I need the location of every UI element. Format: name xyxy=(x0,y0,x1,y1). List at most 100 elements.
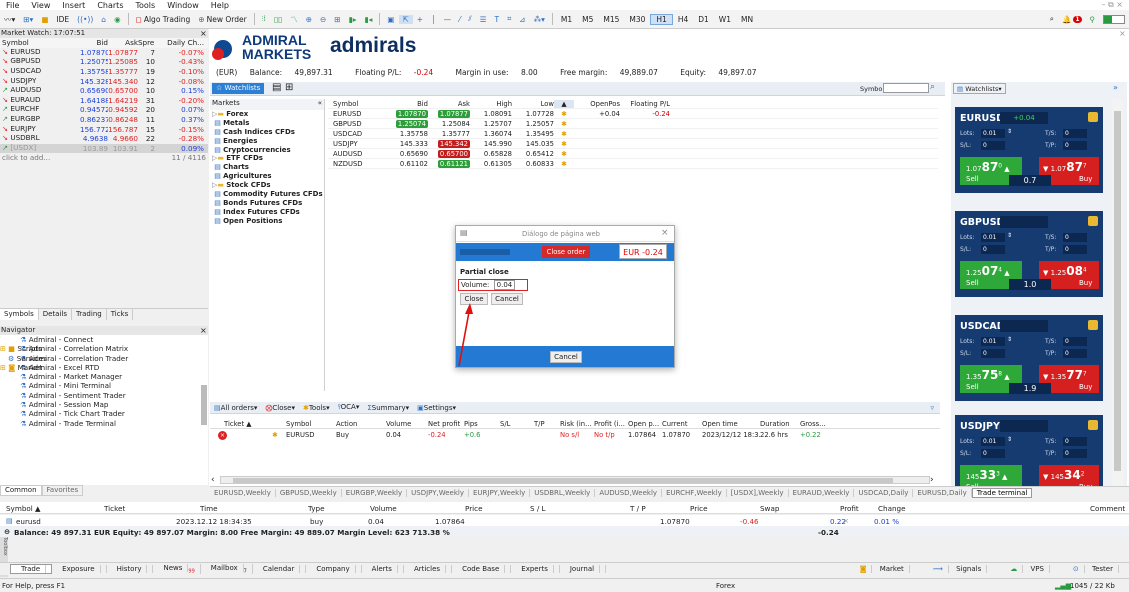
terminal-tab[interactable]: Exposure xyxy=(52,565,107,573)
column-header[interactable]: Floating P/L xyxy=(620,100,670,108)
quote-bid[interactable]: 0.65690 xyxy=(400,150,428,158)
chart-tab[interactable]: USDBRL,Weekly xyxy=(530,489,596,497)
quote-row[interactable]: USDJPY 145.333 145.342 145.990 145.035 ✱ xyxy=(328,139,938,149)
market-category[interactable]: ▤ Cryptocurrencies xyxy=(210,146,324,155)
add-symbol-text[interactable]: click to add... xyxy=(0,153,80,162)
tp-input[interactable]: 0 xyxy=(1063,141,1087,150)
window-controls[interactable]: – ⧉ × xyxy=(1095,0,1129,10)
column-header[interactable]: Spre... xyxy=(138,38,155,47)
crosshair-icon[interactable]: + xyxy=(413,15,427,24)
chart-type-icon[interactable]: 〰▾ xyxy=(0,14,19,25)
terminal-column-header[interactable]: S / L xyxy=(530,504,546,513)
chart-tab[interactable]: Trade terminal xyxy=(971,488,1033,498)
quote-ask[interactable]: 145.342 xyxy=(437,139,470,148)
terminal-column-header[interactable]: Change xyxy=(878,504,906,513)
panel-menu-icon[interactable] xyxy=(1088,216,1098,226)
vps-icon[interactable]: ◉ xyxy=(110,15,125,24)
sl-input[interactable]: 0 xyxy=(981,349,1005,358)
collapse-icon[interactable]: « xyxy=(318,99,324,107)
quote-ask[interactable]: 1.35777 xyxy=(442,130,470,138)
sentiment-icon[interactable]: ✱ xyxy=(554,110,574,118)
terminal-position-row[interactable]: ▤ eurusd 2023.12.12 18:34:35 buy 0.04 1.07864… xyxy=(0,515,1129,526)
column-header[interactable]: Bid xyxy=(80,38,109,47)
terminal-tab[interactable]: Code Base xyxy=(452,565,512,573)
close-menu-button[interactable]: ⨂Close▾ xyxy=(261,404,299,412)
lots-input[interactable]: 0.01 xyxy=(981,337,1005,346)
tp-input[interactable]: 0 xyxy=(1063,449,1087,458)
timeframe-h1[interactable]: H1 xyxy=(650,13,673,25)
timeframe-m1[interactable]: M1 xyxy=(556,15,577,24)
vertical-line-icon[interactable]: │ xyxy=(427,15,440,24)
settings-menu-button[interactable]: ▣Settings▾ xyxy=(413,404,460,412)
terminal-column-header[interactable]: T / P xyxy=(630,504,646,513)
orders-column-header[interactable]: Current xyxy=(662,420,702,428)
orders-column-header[interactable]: Profit (i... xyxy=(594,420,628,428)
terminal-column-header[interactable]: Profit xyxy=(840,504,859,513)
lots-input[interactable]: 0.01 xyxy=(981,233,1005,242)
chart-tab[interactable]: GBPUSD,Weekly xyxy=(276,489,342,497)
terminal-column-header[interactable]: Price xyxy=(465,504,483,513)
cancel-button[interactable]: Cancel xyxy=(491,293,523,305)
notifications-icon[interactable]: 🔔 1 xyxy=(1058,15,1086,24)
terminal-column-header[interactable]: Comment xyxy=(1090,504,1125,513)
text-icon[interactable]: T xyxy=(490,15,503,24)
orders-column-header[interactable]: Gross... xyxy=(800,420,834,428)
chart-tab[interactable]: EURCHF,Weekly xyxy=(662,489,727,497)
market-watch-row[interactable]: ↗ [USDX] 103.89 103.91 2 0.09% xyxy=(0,143,208,154)
lots-input[interactable]: 0.01 xyxy=(981,129,1005,138)
orders-column-header[interactable]: Risk (in... xyxy=(560,420,594,428)
tab-details[interactable]: Details xyxy=(39,309,73,320)
navigator-item[interactable]: ⚗ Admiral - Session Map xyxy=(0,400,208,409)
new-order-button[interactable]: ⊕ New Order xyxy=(194,15,250,24)
volume-field[interactable]: Volume: 0.04 xyxy=(458,279,528,291)
market-category[interactable]: ▤ Cash Indices CFDs xyxy=(210,128,324,137)
fibonacci-icon[interactable]: ☰ xyxy=(476,15,491,24)
market-watch-close-icon[interactable]: × xyxy=(200,29,207,38)
orders-column-header[interactable]: Volume xyxy=(386,420,428,428)
terminal-column-header[interactable]: Swap xyxy=(760,504,779,513)
menu-insert[interactable]: Insert xyxy=(56,1,91,10)
terminal-tab[interactable]: Mailbox 7 xyxy=(201,563,253,575)
timeframe-d1[interactable]: D1 xyxy=(693,15,714,24)
screenshot-icon[interactable]: ▣ xyxy=(383,15,398,24)
column-header[interactable]: ▲ xyxy=(554,99,574,108)
sl-input[interactable]: 0 xyxy=(981,245,1005,254)
orders-column-header[interactable]: Pips xyxy=(464,420,500,428)
market-watch-add-row[interactable]: click to add... 11 / 4116 xyxy=(0,153,208,163)
tp-input[interactable]: 0 xyxy=(1063,245,1087,254)
terminal-column-header[interactable]: Ticket xyxy=(104,504,125,513)
close-position-icon[interactable]: × xyxy=(218,431,227,440)
channel-icon[interactable]: ⫽ xyxy=(464,14,475,24)
navigator-item[interactable]: ⚗ Admiral - Tick Chart Trader xyxy=(0,409,208,418)
candle-chart-icon[interactable]: ▯▯ xyxy=(270,15,286,24)
menu-file[interactable]: File xyxy=(0,1,25,10)
orders-column-header[interactable]: Ticket ▲ xyxy=(224,420,272,428)
quote-row[interactable]: EURUSD 1.07870 1.07877 1.08091 1.07728 ✱ +0.04… xyxy=(328,109,938,119)
quote-bid[interactable]: 0.61102 xyxy=(400,160,428,168)
close-order-button[interactable]: Close order xyxy=(542,246,590,258)
column-header[interactable]: Bid xyxy=(378,100,428,108)
ts-input[interactable]: 0 xyxy=(1063,233,1087,242)
tab-ticks[interactable]: Ticks xyxy=(107,309,134,320)
chart-tab[interactable]: USDCAD,Daily xyxy=(854,489,914,497)
chart-tab[interactable]: EURGBP,Weekly xyxy=(342,489,408,497)
market-category[interactable]: ▤ Commodity Futures CFDs xyxy=(210,190,324,199)
terminal-tab[interactable]: Experts xyxy=(511,565,560,573)
volume-input[interactable]: 0.04 xyxy=(493,280,516,290)
sentiment-icon[interactable]: ✱ xyxy=(554,150,574,158)
orders-column-header[interactable]: Duration xyxy=(760,420,800,428)
orders-row[interactable]: × ✱ EURUSD Buy 0.04 -0.24 +0.6 No s/l No t/p 1.07… xyxy=(210,429,940,441)
ts-input[interactable]: 0 xyxy=(1063,437,1087,446)
navigator-folder-market[interactable]: ⊞ ◙ Market xyxy=(0,363,208,372)
chart-tab[interactable]: [USDX],Weekly xyxy=(727,489,789,497)
close-position-icon[interactable]: × xyxy=(843,516,849,525)
algo-trading-button[interactable]: ◻ Algo Trading xyxy=(132,15,195,24)
navigator-item[interactable]: ⚗ Admiral - Sentiment Trader xyxy=(0,391,208,400)
market-category[interactable]: ▷▬ Stock CFDs xyxy=(210,181,324,190)
all-orders-button[interactable]: ▤All orders▾ xyxy=(210,404,261,412)
balance-collapse-icon[interactable]: ⊖ xyxy=(4,527,10,536)
ide-button[interactable]: IDE xyxy=(52,15,73,24)
terminal-signals-button[interactable]: ⟿ Signals xyxy=(923,565,992,573)
timeframe-w1[interactable]: W1 xyxy=(714,15,736,24)
timeframe-h4[interactable]: H4 xyxy=(673,15,693,24)
